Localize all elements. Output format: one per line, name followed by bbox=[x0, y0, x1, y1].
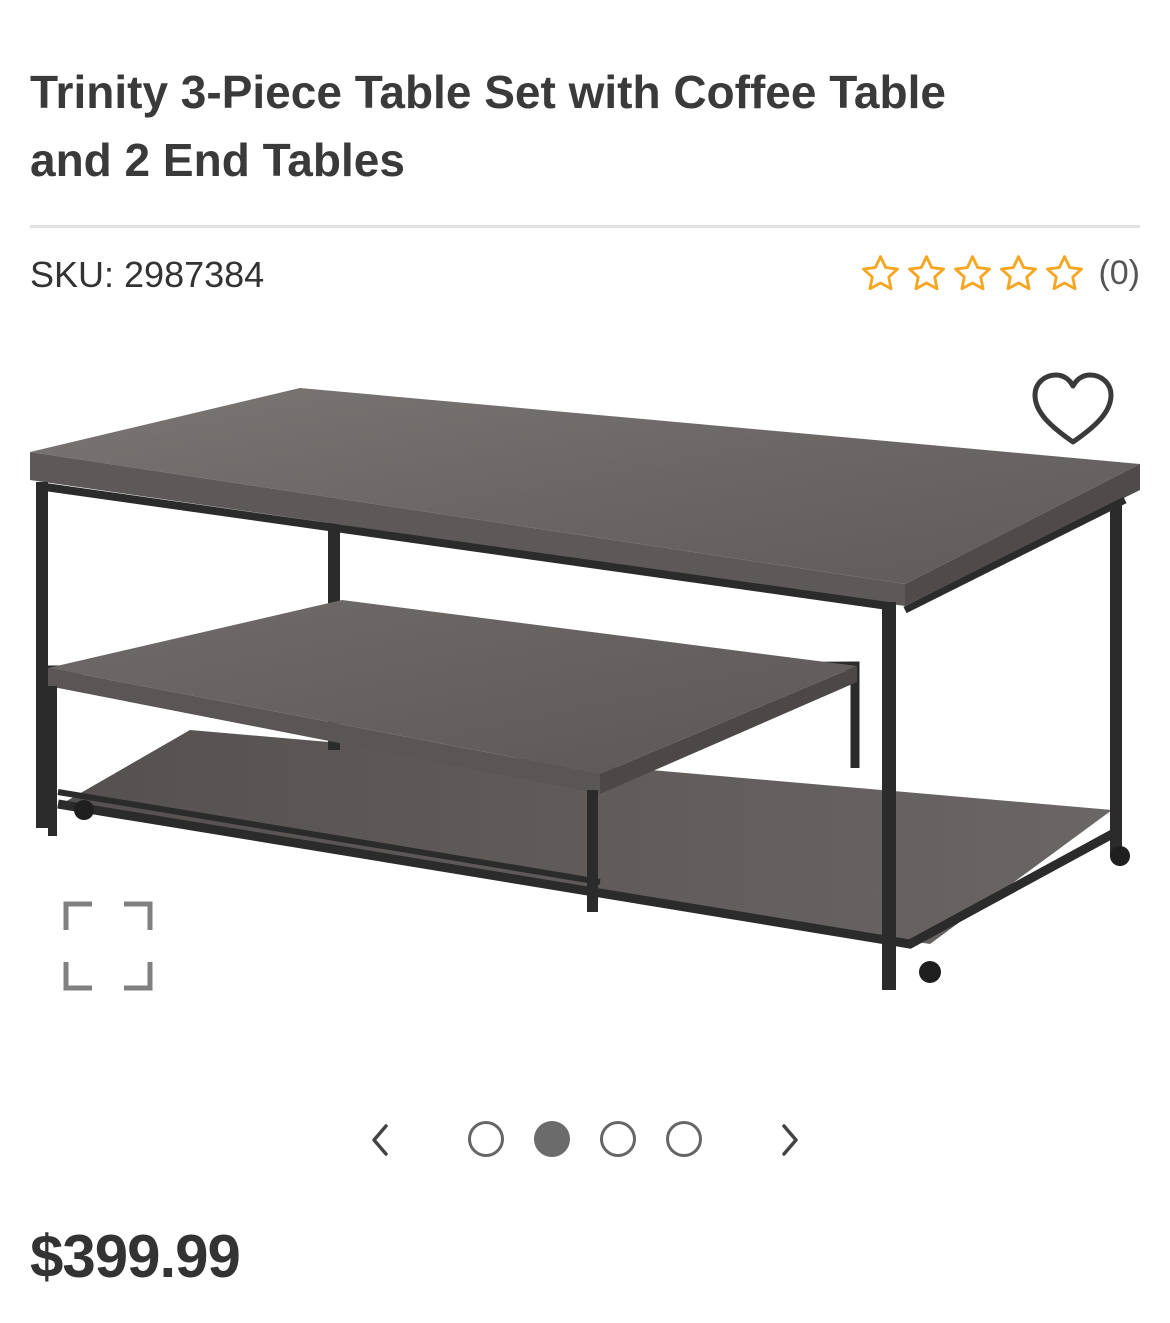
star-icon bbox=[1046, 254, 1084, 290]
expand-icon[interactable] bbox=[62, 900, 154, 992]
carousel-dot-4[interactable] bbox=[666, 1121, 702, 1157]
product-price: $399.99 bbox=[30, 1223, 241, 1290]
chevron-right-icon[interactable] bbox=[772, 1120, 808, 1160]
divider bbox=[30, 225, 1140, 228]
star-rating bbox=[859, 252, 1086, 295]
product-image[interactable] bbox=[30, 370, 1140, 1030]
carousel-dot-2[interactable] bbox=[534, 1121, 570, 1157]
carousel-dot-1[interactable] bbox=[468, 1121, 504, 1157]
star-icon bbox=[862, 254, 900, 290]
carousel-dot-3[interactable] bbox=[600, 1121, 636, 1157]
sku-label: SKU: 2987384 bbox=[30, 254, 265, 295]
star-icon bbox=[1000, 254, 1038, 290]
favorite-heart-icon[interactable] bbox=[1030, 370, 1116, 448]
product-title-line-2: and 2 End Tables bbox=[30, 134, 405, 186]
image-gallery bbox=[0, 330, 1170, 1090]
star-icon bbox=[908, 254, 946, 290]
image-carousel-controls bbox=[0, 1115, 1170, 1165]
rating-summary[interactable]: (0) bbox=[859, 250, 1140, 296]
product-title-line-1: Trinity 3-Piece Table Set with Coffee Ta… bbox=[30, 66, 946, 118]
product-title: Trinity 3-Piece Table Set with Coffee Ta… bbox=[30, 58, 1130, 194]
chevron-left-icon[interactable] bbox=[362, 1120, 398, 1160]
review-count[interactable]: (0) bbox=[1098, 254, 1140, 293]
star-icon bbox=[954, 254, 992, 290]
sku-rating-row: SKU: 2987384 (0) bbox=[30, 250, 1140, 300]
